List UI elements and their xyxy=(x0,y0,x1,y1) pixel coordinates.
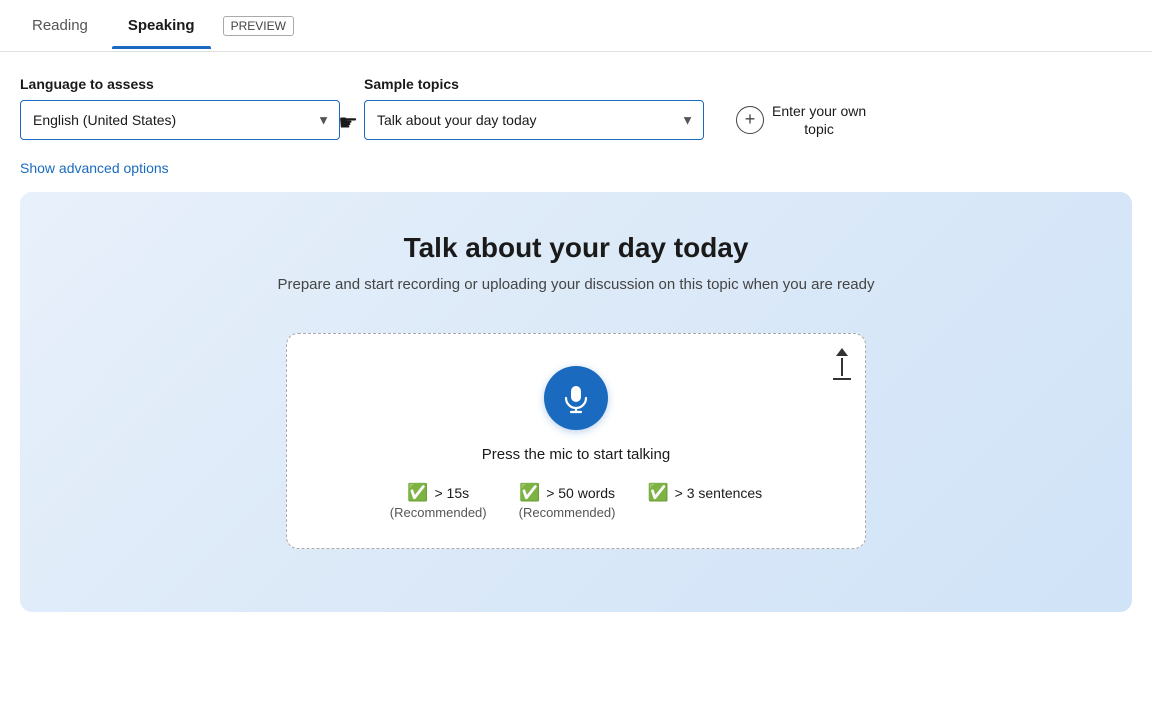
sample-topics-label: Sample topics xyxy=(364,76,704,92)
press-mic-text: Press the mic to start talking xyxy=(482,446,670,463)
upload-button[interactable] xyxy=(833,348,851,380)
upload-arrow-icon xyxy=(833,348,851,380)
topic-title: Talk about your day today xyxy=(404,232,749,264)
req-time-value: > 15s xyxy=(434,485,469,501)
requirement-time: ✅ > 15s (Recommended) xyxy=(390,483,487,520)
controls-row: Language to assess English (United State… xyxy=(20,76,1132,140)
sample-topics-select-wrapper: Talk about your day today Describe your … xyxy=(364,100,704,140)
mic-icon xyxy=(560,382,592,414)
plus-circle-icon: + xyxy=(736,106,764,134)
show-advanced-options-link[interactable]: Show advanced options xyxy=(20,160,1132,176)
language-select[interactable]: English (United States) English (United … xyxy=(20,100,340,140)
req-sentences-value: > 3 sentences xyxy=(675,485,763,501)
language-control-group: Language to assess English (United State… xyxy=(20,76,340,140)
requirement-sentences: ✅ > 3 sentences xyxy=(647,483,762,505)
check-icon-sentences: ✅ xyxy=(647,483,668,503)
requirement-words: ✅ > 50 words (Recommended) xyxy=(519,483,616,520)
req-words-note: (Recommended) xyxy=(519,505,616,520)
language-label: Language to assess xyxy=(20,76,340,92)
req-time-note: (Recommended) xyxy=(390,505,487,520)
preview-badge[interactable]: PREVIEW xyxy=(223,16,294,36)
tab-bar: Reading Speaking PREVIEW xyxy=(0,0,1152,52)
check-icon-time: ✅ xyxy=(407,483,428,503)
enter-own-topic-label: Enter your own topic xyxy=(772,102,866,138)
tab-speaking[interactable]: Speaking xyxy=(112,3,211,48)
enter-own-topic-button[interactable]: + Enter your own topic xyxy=(736,102,866,138)
cursor-hand-icon: ☛ xyxy=(338,110,358,136)
speaking-area: Talk about your day today Prepare and st… xyxy=(20,192,1132,612)
mic-button[interactable] xyxy=(544,366,608,430)
sample-topics-select[interactable]: Talk about your day today Describe your … xyxy=(364,100,704,140)
topic-description: Prepare and start recording or uploading… xyxy=(277,276,874,293)
requirements-row: ✅ > 15s (Recommended) ✅ > 50 words (Reco… xyxy=(390,483,762,520)
sample-topics-control-group: Sample topics Talk about your day today … xyxy=(364,76,704,140)
recording-box: Press the mic to start talking ✅ > 15s (… xyxy=(286,333,866,549)
main-content: Language to assess English (United State… xyxy=(0,52,1152,628)
tab-reading[interactable]: Reading xyxy=(16,3,104,48)
req-words-value: > 50 words xyxy=(546,485,615,501)
language-select-wrapper: English (United States) English (United … xyxy=(20,100,340,140)
check-icon-words: ✅ xyxy=(519,483,540,503)
